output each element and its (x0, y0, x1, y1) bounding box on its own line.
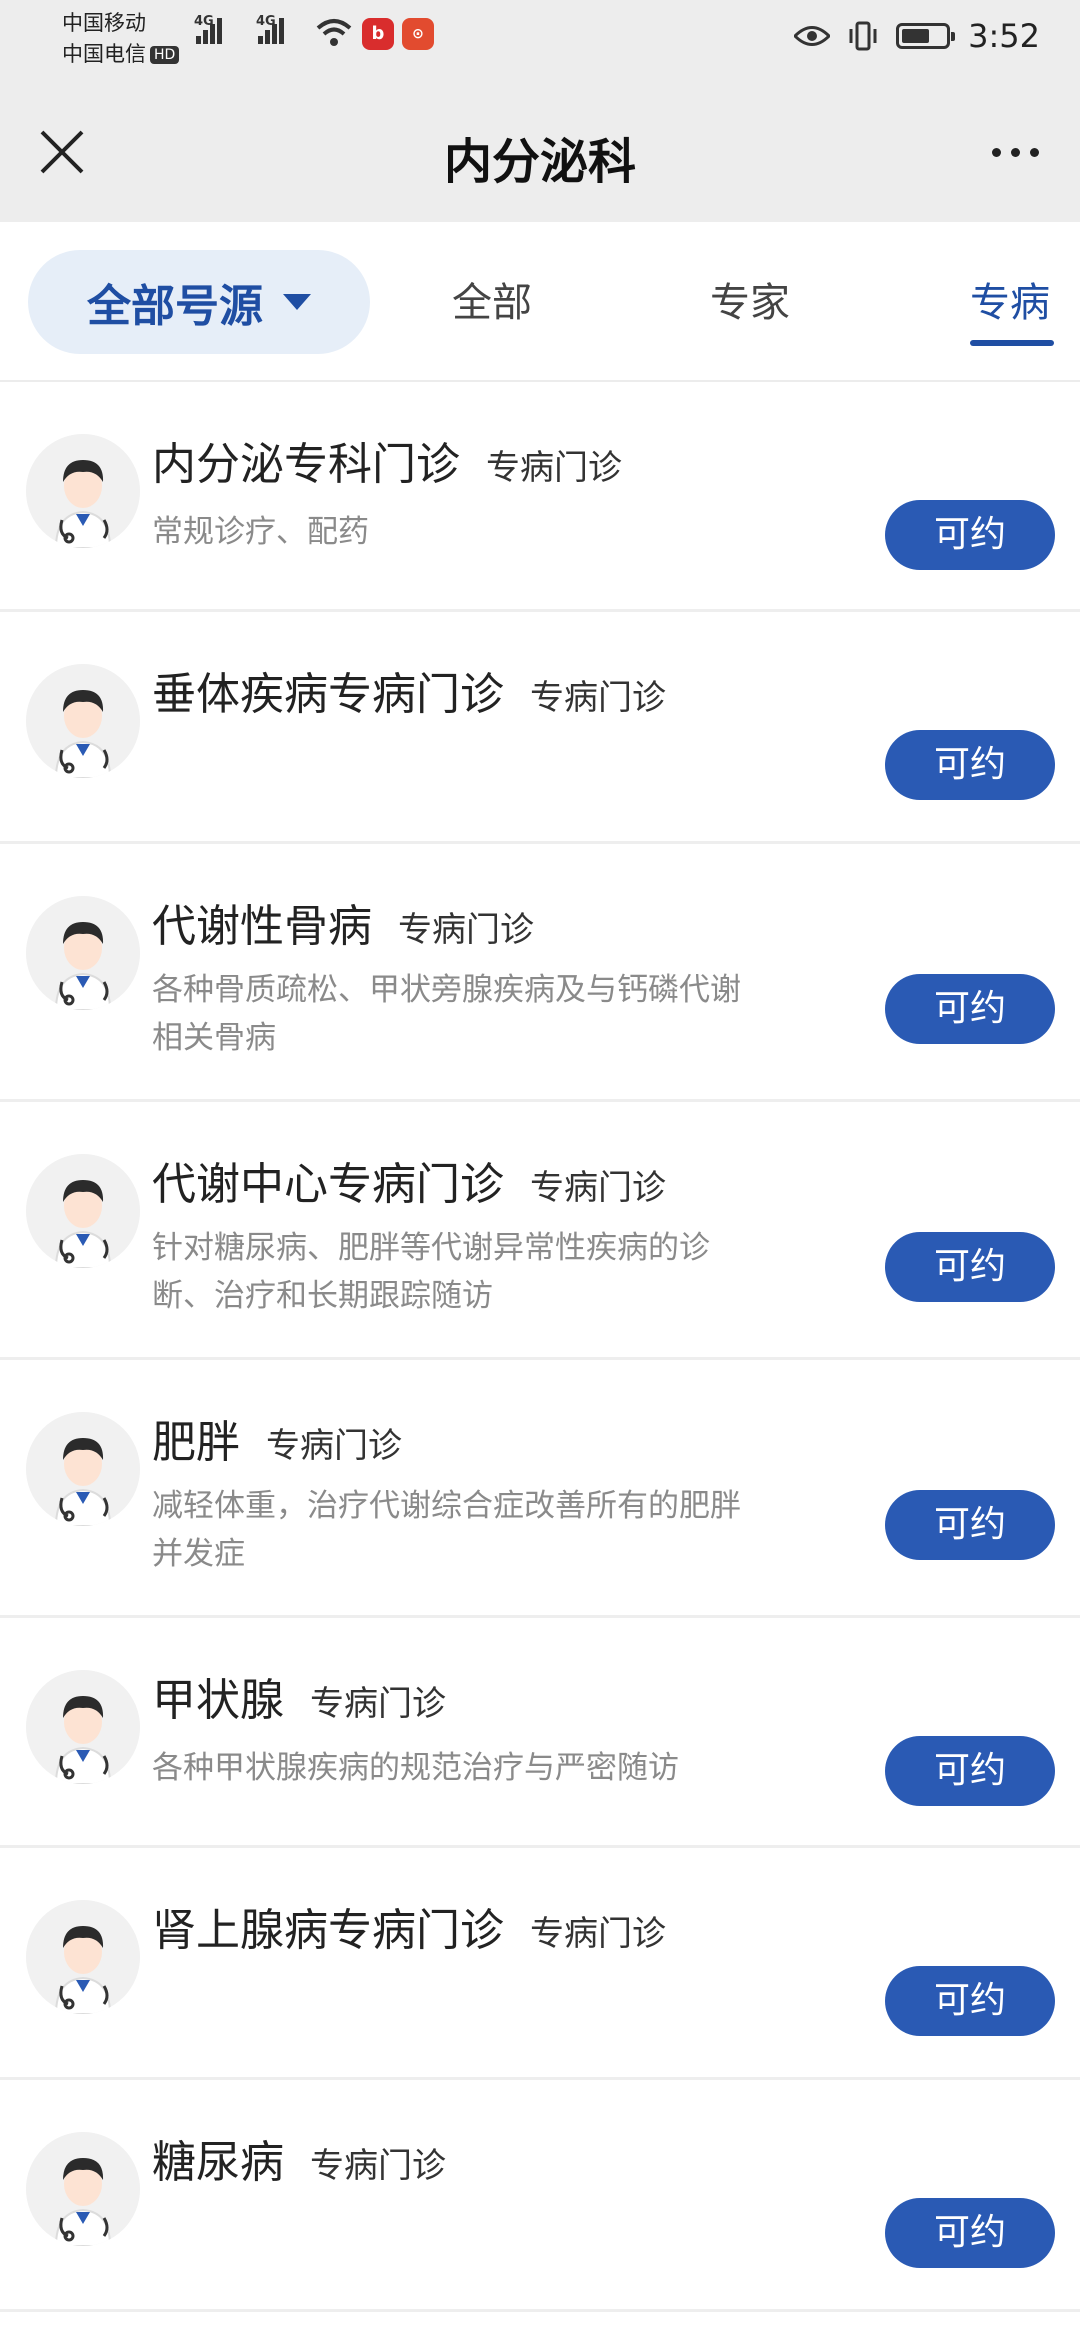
list-item[interactable]: 垂体疾病专病门诊 专病门诊 可约 (0, 612, 1080, 844)
book-button[interactable]: 可约 (885, 500, 1055, 570)
caret-down-icon (283, 294, 311, 310)
status-bar: 中国移动 中国电信 HD 4G 4G b ⊙ 3:52 (0, 0, 1080, 78)
clinic-description: 常规诊疗、配药 (152, 514, 369, 550)
clinic-tag: 专病门诊 (530, 1168, 666, 1208)
signal-icon-2: 4G (256, 14, 286, 44)
list-item[interactable]: 肥胖 专病门诊 减轻体重，治疗代谢综合症改善所有的肥胖并发症 可约 (0, 1360, 1080, 1618)
filter-label: 全部号源 (87, 281, 263, 332)
doctor-avatar-icon (26, 2132, 140, 2246)
book-button[interactable]: 可约 (885, 974, 1055, 1044)
signal-label-2: 4G (256, 14, 276, 29)
hd-badge: HD (150, 46, 180, 64)
clinic-name: 代谢中心专病门诊 (152, 1159, 504, 1210)
doctor-avatar-icon (26, 1900, 140, 2014)
clinic-name: 代谢性骨病 (152, 901, 372, 952)
source-filter-dropdown[interactable]: 全部号源 (28, 250, 370, 354)
vibrate-icon (849, 21, 877, 51)
book-button[interactable]: 可约 (885, 730, 1055, 800)
clinic-description: 各种甲状腺疾病的规范治疗与严密随访 (152, 1750, 679, 1786)
title-bar: 内分泌科 (0, 78, 1080, 222)
clinic-description: 减轻体重，治疗代谢综合症改善所有的肥胖并发症 (152, 1488, 741, 1572)
book-button[interactable]: 可约 (885, 1232, 1055, 1302)
tab-expert[interactable]: 专家 (710, 270, 790, 328)
list-item[interactable]: 代谢性骨病 专病门诊 各种骨质疏松、甲状旁腺疾病及与钙磷代谢相关骨病 可约 (0, 844, 1080, 1102)
doctor-avatar-icon (26, 434, 140, 548)
tab-active-indicator (970, 340, 1054, 346)
tab-special-disease[interactable]: 专病 (970, 270, 1050, 328)
book-button[interactable]: 可约 (885, 1490, 1055, 1560)
clinic-tag: 专病门诊 (266, 1426, 402, 1466)
tab-bar: 全部号源 全部 专家 专病 (0, 222, 1080, 382)
clinic-name: 糖尿病 (152, 2137, 284, 2188)
list-item[interactable]: 内分泌专科门诊 专病门诊 常规诊疗、配药 可约 (0, 382, 1080, 612)
clinic-description: 各种骨质疏松、甲状旁腺疾病及与钙磷代谢相关骨病 (152, 972, 741, 1056)
doctor-avatar-icon (26, 1154, 140, 1268)
clinic-tag: 专病门诊 (310, 1684, 446, 1724)
clinic-name: 内分泌专科门诊 (152, 439, 460, 490)
carrier-info: 中国移动 中国电信 HD (62, 8, 180, 70)
battery-icon (896, 23, 956, 49)
clinic-name: 肥胖 (152, 1417, 240, 1468)
doctor-avatar-icon (26, 1670, 140, 1784)
list-item[interactable]: 糖尿病 专病门诊 可约 (0, 2080, 1080, 2312)
clinic-tag: 专病门诊 (310, 2146, 446, 2186)
wifi-icon (316, 19, 352, 46)
clinic-tag: 专病门诊 (486, 448, 622, 488)
clinic-tag: 专病门诊 (530, 678, 666, 718)
clinic-name: 肾上腺病专病门诊 (152, 1905, 504, 1956)
book-button[interactable]: 可约 (885, 1966, 1055, 2036)
doctor-avatar-icon (26, 664, 140, 778)
list-item[interactable]: 甲状腺 专病门诊 各种甲状腺疾病的规范治疗与严密随访 可约 (0, 1618, 1080, 1848)
app-icon-red: ⊙ (402, 18, 434, 50)
more-icon[interactable] (980, 120, 1050, 184)
doctor-avatar-icon (26, 896, 140, 1010)
clinic-tag: 专病门诊 (530, 1914, 666, 1954)
list-item[interactable]: 代谢中心专病门诊 专病门诊 针对糖尿病、肥胖等代谢异常性疾病的诊断、治疗和长期跟踪… (0, 1102, 1080, 1360)
doctor-avatar-icon (26, 1412, 140, 1526)
carrier-2: 中国电信 (62, 42, 146, 66)
clock: 3:52 (968, 17, 1040, 55)
eye-icon (794, 26, 831, 46)
signal-icon-1: 4G (194, 14, 224, 44)
book-button[interactable]: 可约 (885, 1736, 1055, 1806)
tab-all[interactable]: 全部 (452, 270, 532, 328)
clinic-list: 内分泌专科门诊 专病门诊 常规诊疗、配药 可约 垂体疾病专病门诊 专病门诊 可约 代… (0, 382, 1080, 2312)
clinic-name: 甲状腺 (152, 1675, 284, 1726)
list-item[interactable]: 肾上腺病专病门诊 专病门诊 可约 (0, 1848, 1080, 2080)
clinic-tag: 专病门诊 (398, 910, 534, 950)
carrier-1: 中国移动 (62, 11, 146, 35)
clinic-description: 针对糖尿病、肥胖等代谢异常性疾病的诊断、治疗和长期跟踪随访 (152, 1230, 710, 1314)
clinic-name: 垂体疾病专病门诊 (152, 669, 504, 720)
status-right: 3:52 (794, 14, 1040, 58)
page-title: 内分泌科 (443, 134, 636, 190)
app-icon-b: b (362, 18, 394, 50)
book-button[interactable]: 可约 (885, 2198, 1055, 2268)
signal-label-1: 4G (194, 14, 214, 29)
